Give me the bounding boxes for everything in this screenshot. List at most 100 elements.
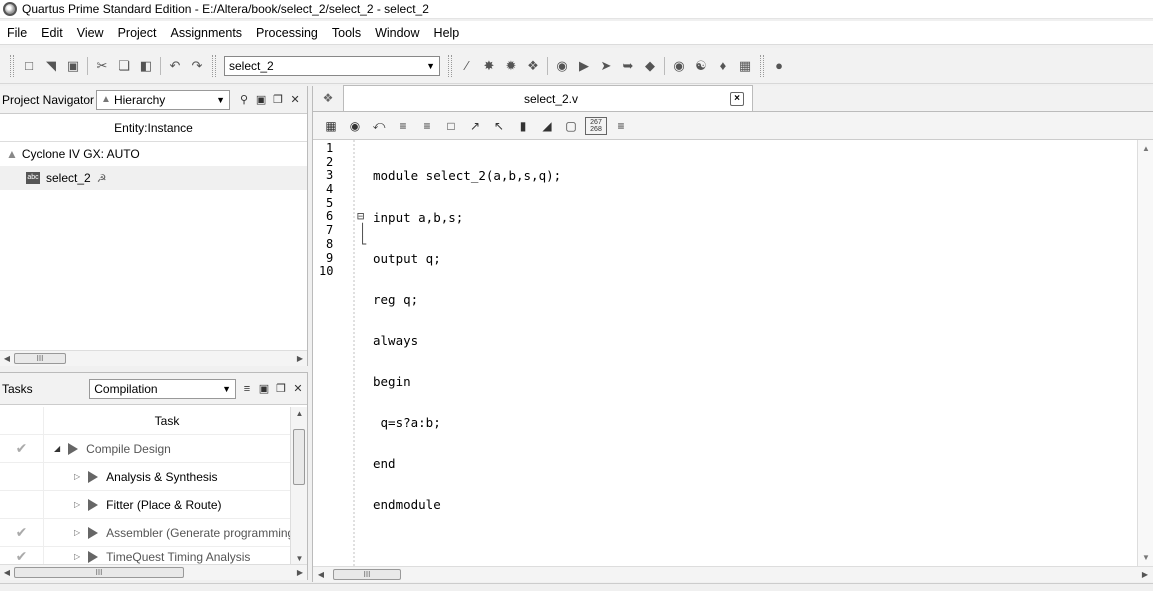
chip-editor-icon[interactable]: ♦	[714, 57, 732, 75]
menu-lines-icon[interactable]: ≡	[239, 381, 255, 397]
scroll-left-icon[interactable]: ◀	[0, 568, 14, 577]
navigator-view-select[interactable]: ▲ Hierarchy ▼	[96, 89, 231, 110]
task-row-assembler[interactable]: ✔ ▷ Assembler (Generate programming file…	[0, 519, 290, 547]
scroll-thumb[interactable]: III	[14, 567, 184, 578]
verilog-source[interactable]: module select_2(a,b,s,q); input a,b,s; o…	[371, 140, 1137, 566]
collapsed-triangle-icon[interactable]: ▷	[74, 552, 80, 561]
cut-icon[interactable]: ✂	[93, 57, 111, 75]
run-task-icon[interactable]	[88, 470, 99, 483]
scroll-up-icon[interactable]: ▲	[1142, 144, 1150, 153]
next-bookmark-icon[interactable]: ↗	[465, 117, 485, 135]
entity-selector[interactable]: select_2 ▼	[224, 55, 440, 76]
menu-project[interactable]: Project	[111, 21, 164, 45]
detach-panel-icon[interactable]: ❐	[270, 92, 286, 108]
scroll-right-icon[interactable]: ▶	[293, 354, 307, 363]
undo-icon[interactable]: ↶	[166, 57, 184, 75]
toolbar-grip[interactable]	[10, 54, 14, 77]
scroll-thumb[interactable]: III	[14, 353, 66, 364]
menu-view[interactable]: View	[70, 21, 111, 45]
compilation-report-icon[interactable]: ▦	[736, 57, 754, 75]
scroll-up-icon[interactable]: ▲	[291, 409, 308, 418]
menu-edit[interactable]: Edit	[34, 21, 70, 45]
navigator-horizontal-scrollbar[interactable]: ◀ III ▶	[0, 350, 307, 366]
toolbar-grip[interactable]	[760, 54, 764, 77]
tasks-horizontal-scrollbar[interactable]: ◀ III ▶	[0, 564, 307, 580]
tree-item-device[interactable]: ▲ Cyclone IV GX: AUTO	[0, 142, 307, 166]
timing-analyzer-icon[interactable]: ◆	[641, 57, 659, 75]
pin-planner-icon[interactable]: ✸	[480, 57, 498, 75]
detach-panel-icon[interactable]: ❐	[273, 381, 289, 397]
task-column-header[interactable]: Task	[44, 414, 290, 428]
task-row-compile-design[interactable]: ✔ ◢ Compile Design	[0, 435, 290, 463]
editor-tab-select-2[interactable]: select_2.v ×	[343, 85, 753, 111]
uncomment-selection-icon[interactable]: ◢	[537, 117, 557, 135]
comment-icon[interactable]: ●	[770, 57, 788, 75]
insert-template-icon[interactable]: ▦	[321, 117, 341, 135]
scroll-right-icon[interactable]: ▶	[293, 568, 307, 577]
menu-tools[interactable]: Tools	[325, 21, 368, 45]
decrease-indent-icon[interactable]: ≡	[417, 117, 437, 135]
task-row-fitter[interactable]: ▷ Fitter (Place & Route)	[0, 491, 290, 519]
editor-horizontal-scrollbar[interactable]: ◀ III ▶	[313, 566, 1153, 582]
programmer-icon[interactable]: ◉	[670, 57, 688, 75]
run-task-icon[interactable]	[88, 498, 99, 511]
project-settings-icon[interactable]: ∕	[458, 57, 476, 75]
chip-planner-icon[interactable]: ✹	[502, 57, 520, 75]
scroll-thumb[interactable]: III	[333, 569, 401, 580]
close-icon[interactable]: ✕	[287, 92, 303, 108]
line-number-toggle[interactable]: 267 268	[585, 116, 607, 135]
task-row-analysis-synthesis[interactable]: ▷ Analysis & Synthesis	[0, 463, 290, 491]
scroll-down-icon[interactable]: ▼	[291, 554, 308, 563]
create-symbol-icon[interactable]: ▢	[561, 117, 581, 135]
tasks-vertical-scrollbar[interactable]: ▲ ▼	[290, 407, 307, 565]
increase-indent-icon[interactable]: ≡	[393, 117, 413, 135]
collapsed-triangle-icon[interactable]: ▷	[74, 472, 80, 481]
menu-assignments[interactable]: Assignments	[163, 21, 249, 45]
menu-help[interactable]: Help	[427, 21, 467, 45]
design-partition-icon[interactable]: ❖	[524, 57, 542, 75]
tree-item-select-2[interactable]: abc select_2 ☭	[0, 166, 307, 190]
expanded-triangle-icon[interactable]: ◢	[54, 444, 60, 453]
toolbar-grip[interactable]	[212, 54, 216, 77]
find-next-icon[interactable]: ⤺	[369, 117, 389, 135]
scroll-left-icon[interactable]: ◀	[313, 570, 329, 579]
toggle-bookmark-icon[interactable]: □	[441, 117, 461, 135]
run-task-icon[interactable]	[88, 526, 99, 539]
scroll-thumb[interactable]	[293, 429, 305, 485]
close-icon[interactable]: ×	[730, 91, 744, 106]
flow-select[interactable]: Compilation ▼	[89, 378, 236, 399]
scroll-left-icon[interactable]: ◀	[0, 354, 14, 363]
menu-lines-icon[interactable]: ≡	[611, 117, 631, 135]
entity-instance-column-header[interactable]: Entity:Instance	[0, 114, 307, 142]
netlist-viewer-icon[interactable]: ☯	[692, 57, 710, 75]
run-task-icon[interactable]	[88, 550, 99, 563]
menu-file[interactable]: File	[0, 21, 34, 45]
start-compilation-icon[interactable]: ▶	[575, 57, 593, 75]
copy-icon[interactable]: ❏	[115, 57, 133, 75]
redo-icon[interactable]: ↷	[188, 57, 206, 75]
code-area[interactable]: 1 2 3 4 5 6 7 8 9 10 ⊟ │ └ module select…	[313, 140, 1137, 566]
pin-panel-icon[interactable]: ▣	[253, 92, 269, 108]
scroll-down-icon[interactable]: ▼	[1142, 553, 1150, 562]
collapsed-triangle-icon[interactable]: ▷	[74, 500, 80, 509]
analysis-synthesis-icon[interactable]: ➤	[597, 57, 615, 75]
scroll-right-icon[interactable]: ▶	[1137, 570, 1153, 579]
search-icon[interactable]: ⚲	[236, 92, 252, 108]
find-icon[interactable]: ◉	[345, 117, 365, 135]
save-icon[interactable]: ▣	[64, 57, 82, 75]
paste-icon[interactable]: ◧	[137, 57, 155, 75]
run-task-icon[interactable]	[68, 442, 79, 455]
fitter-icon[interactable]: ➥	[619, 57, 637, 75]
menu-processing[interactable]: Processing	[249, 21, 325, 45]
toolbar-grip[interactable]	[448, 54, 452, 77]
close-icon[interactable]: ✕	[290, 381, 306, 397]
new-file-icon[interactable]: □	[20, 57, 38, 75]
collapsed-triangle-icon[interactable]: ▷	[74, 528, 80, 537]
stop-processing-icon[interactable]: ◉	[553, 57, 571, 75]
menu-window[interactable]: Window	[368, 21, 426, 45]
previous-bookmark-icon[interactable]: ↖	[489, 117, 509, 135]
pin-panel-icon[interactable]: ▣	[256, 381, 272, 397]
editor-vertical-scrollbar[interactable]: ▲ ▼	[1137, 140, 1153, 566]
comment-selection-icon[interactable]: ▮	[513, 117, 533, 135]
open-file-icon[interactable]: ◥	[42, 57, 60, 75]
